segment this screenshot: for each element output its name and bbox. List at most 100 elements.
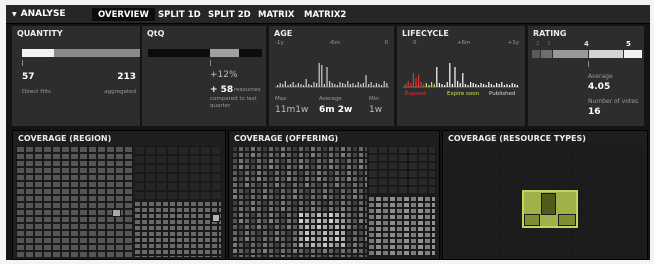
treemap-cell[interactable] [25,244,34,251]
treemap-cell[interactable] [43,160,52,167]
treemap-cell[interactable] [524,214,540,226]
treemap-cell[interactable] [61,216,70,223]
treemap-cell[interactable] [156,146,167,155]
treemap-cell[interactable] [88,202,97,209]
treemap-cell[interactable] [145,182,156,191]
treemap-cell[interactable] [211,146,222,155]
treemap-cell[interactable] [124,237,133,244]
treemap-cell[interactable] [88,237,97,244]
treemap-cell[interactable] [145,173,156,182]
treemap-cell[interactable] [631,146,644,160]
treemap-cell[interactable] [408,186,418,194]
treemap-cell[interactable] [43,195,52,202]
treemap-cell[interactable] [631,230,644,244]
treemap-cell[interactable] [618,188,631,202]
treemap-cell[interactable] [398,170,408,178]
treemap-cell[interactable] [618,230,631,244]
treemap-cell[interactable] [115,146,124,153]
treemap-cell[interactable] [124,160,133,167]
treemap-cell[interactable] [631,160,644,174]
treemap-cell[interactable] [378,178,388,186]
treemap-cell[interactable] [162,255,169,258]
tab-split-1d[interactable]: SPLIT 1D [152,8,207,21]
treemap-cell[interactable] [418,170,428,178]
treemap-cell[interactable] [106,146,115,153]
treemap-cell[interactable] [61,209,70,216]
treemap-cell[interactable] [97,223,106,230]
treemap-cell[interactable] [34,237,43,244]
treemap-cell[interactable] [106,153,115,160]
treemap-cell[interactable] [115,188,124,195]
treemap-cell[interactable] [608,162,618,178]
treemap-cell[interactable] [43,251,52,258]
treemap-cell[interactable] [190,255,197,258]
treemap-cell[interactable] [52,209,61,216]
treemap-cell[interactable] [61,188,70,195]
treemap-cell[interactable] [554,242,572,258]
treemap-cell[interactable] [500,146,518,162]
treemap-cell[interactable] [25,153,34,160]
treemap-cell[interactable] [34,216,43,223]
treemap-cell[interactable] [382,256,389,258]
treemap-cell[interactable] [428,170,436,178]
treemap-cell[interactable] [97,195,106,202]
treemap-cell[interactable] [200,173,211,182]
treemap-cell[interactable] [70,209,79,216]
treemap-cell[interactable] [43,188,52,195]
treemap-cell[interactable] [115,244,124,251]
treemap-cell[interactable] [16,160,25,167]
treemap-cell[interactable] [167,155,178,164]
treemap-cell[interactable] [88,251,97,258]
treemap-cell[interactable] [70,202,79,209]
treemap-cell[interactable] [368,154,378,162]
treemap-cell[interactable] [541,193,556,215]
treemap-cell[interactable] [97,216,106,223]
treemap-cell[interactable] [145,164,156,173]
treemap-cell[interactable] [16,244,25,251]
treemap-cell[interactable] [167,182,178,191]
coverage-region-treemap[interactable] [16,146,222,258]
treemap-cell[interactable] [211,164,222,173]
treemap-cell[interactable] [97,160,106,167]
treemap-cell[interactable] [79,160,88,167]
age-panel[interactable]: AGE -1y -6m 0 Max Average Min 11m1w 6m 2… [269,26,394,126]
treemap-cell[interactable] [70,188,79,195]
treemap-cell[interactable] [608,178,618,194]
treemap-cell[interactable] [106,195,115,202]
treemap-cell[interactable] [52,167,61,174]
treemap-cell[interactable] [608,210,618,226]
treemap-cell[interactable] [424,256,431,258]
treemap-cell[interactable] [43,181,52,188]
treemap-cell[interactable] [52,237,61,244]
treemap-cell[interactable] [88,244,97,251]
treemap-cell[interactable] [403,256,410,258]
treemap-cell[interactable] [554,146,572,162]
treemap-cell[interactable] [34,167,43,174]
treemap-cell[interactable] [43,237,52,244]
treemap-cell[interactable] [464,210,482,226]
treemap-cell[interactable] [115,251,124,258]
coverage-resource-types-treemap[interactable] [446,146,644,258]
treemap-cell[interactable] [124,230,133,237]
treemap-cell[interactable] [61,181,70,188]
treemap-cell[interactable] [200,191,211,200]
treemap-cell[interactable] [134,255,141,258]
treemap-cell[interactable] [572,162,590,178]
treemap-cell[interactable] [176,255,183,258]
treemap-cell[interactable] [417,256,424,258]
treemap-cell[interactable] [43,216,52,223]
treemap-cell[interactable] [608,194,618,210]
treemap-cell[interactable] [115,223,124,230]
treemap-cell[interactable] [52,195,61,202]
treemap-cell[interactable] [61,223,70,230]
treemap-cell[interactable] [368,162,378,170]
treemap-cell[interactable] [378,186,388,194]
treemap-cell[interactable] [70,237,79,244]
treemap-cell[interactable] [106,160,115,167]
treemap-cell[interactable] [79,174,88,181]
treemap-cell[interactable] [178,155,189,164]
treemap-cell[interactable] [16,237,25,244]
treemap-cell[interactable] [631,174,644,188]
treemap-cell[interactable] [428,146,436,154]
treemap-cell[interactable] [115,167,124,174]
